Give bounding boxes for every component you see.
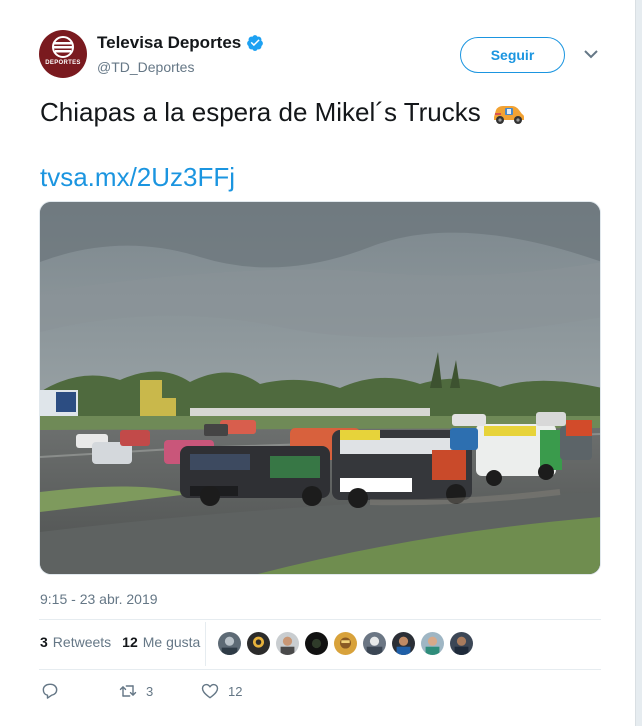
liker-avatar[interactable] <box>275 631 300 656</box>
tweet-link[interactable]: tvsa.mx/2Uz3FFj <box>40 162 235 193</box>
avatar-logo-text: DEPORTES <box>45 60 81 66</box>
like-button[interactable]: 12 <box>200 680 242 702</box>
user-handle[interactable]: @TD_Deportes <box>97 59 194 75</box>
retweet-button[interactable]: 3 <box>118 680 200 702</box>
tweet-text: Chiapas a la espera de Mikel´s Trucks <box>40 97 481 127</box>
tweet-text-row: Chiapas a la espera de Mikel´s Trucks <box>40 97 525 128</box>
tweet-actions: 3 12 <box>40 680 242 702</box>
tweet-photo[interactable] <box>39 201 601 575</box>
retweet-icon <box>119 685 137 697</box>
liker-avatar[interactable] <box>449 631 474 656</box>
like-count: 12 <box>228 683 243 699</box>
liker-avatar[interactable] <box>217 631 242 656</box>
televisa-logo-icon <box>52 36 74 58</box>
liker-avatars <box>217 631 474 656</box>
divider <box>39 619 601 620</box>
retweet-count: 3 <box>146 683 154 699</box>
scrollbar[interactable] <box>635 0 642 726</box>
liker-avatar[interactable] <box>304 631 329 656</box>
divider <box>39 669 601 670</box>
reply-button[interactable] <box>40 680 118 702</box>
liker-avatar[interactable] <box>333 631 358 656</box>
heart-icon <box>201 683 219 699</box>
stats-separator <box>205 622 206 666</box>
likes-count[interactable]: 12 <box>122 634 138 650</box>
racing-car-emoji-icon <box>493 105 524 124</box>
display-name[interactable]: Televisa Deportes <box>97 33 241 53</box>
follow-button[interactable]: Seguir <box>460 37 565 73</box>
liker-avatar[interactable] <box>420 631 445 656</box>
liker-avatar[interactable] <box>246 631 271 656</box>
avatar[interactable]: DEPORTES <box>39 30 87 78</box>
race-photo-image <box>40 202 600 574</box>
tweet-stats: 3 Retweets 12 Me gusta <box>40 634 211 650</box>
verified-badge-icon <box>247 35 264 51</box>
liker-avatar[interactable] <box>362 631 387 656</box>
chevron-down-icon[interactable] <box>583 48 599 60</box>
reply-icon <box>42 683 58 699</box>
retweets-count[interactable]: 3 <box>40 634 48 650</box>
likes-label[interactable]: Me gusta <box>143 634 201 650</box>
liker-avatar[interactable] <box>391 631 416 656</box>
tweet-timestamp[interactable]: 9:15 - 23 abr. 2019 <box>40 591 158 607</box>
tweet-card: DEPORTES Televisa Deportes @TD_Deportes … <box>0 0 635 726</box>
retweets-label[interactable]: Retweets <box>53 634 111 650</box>
